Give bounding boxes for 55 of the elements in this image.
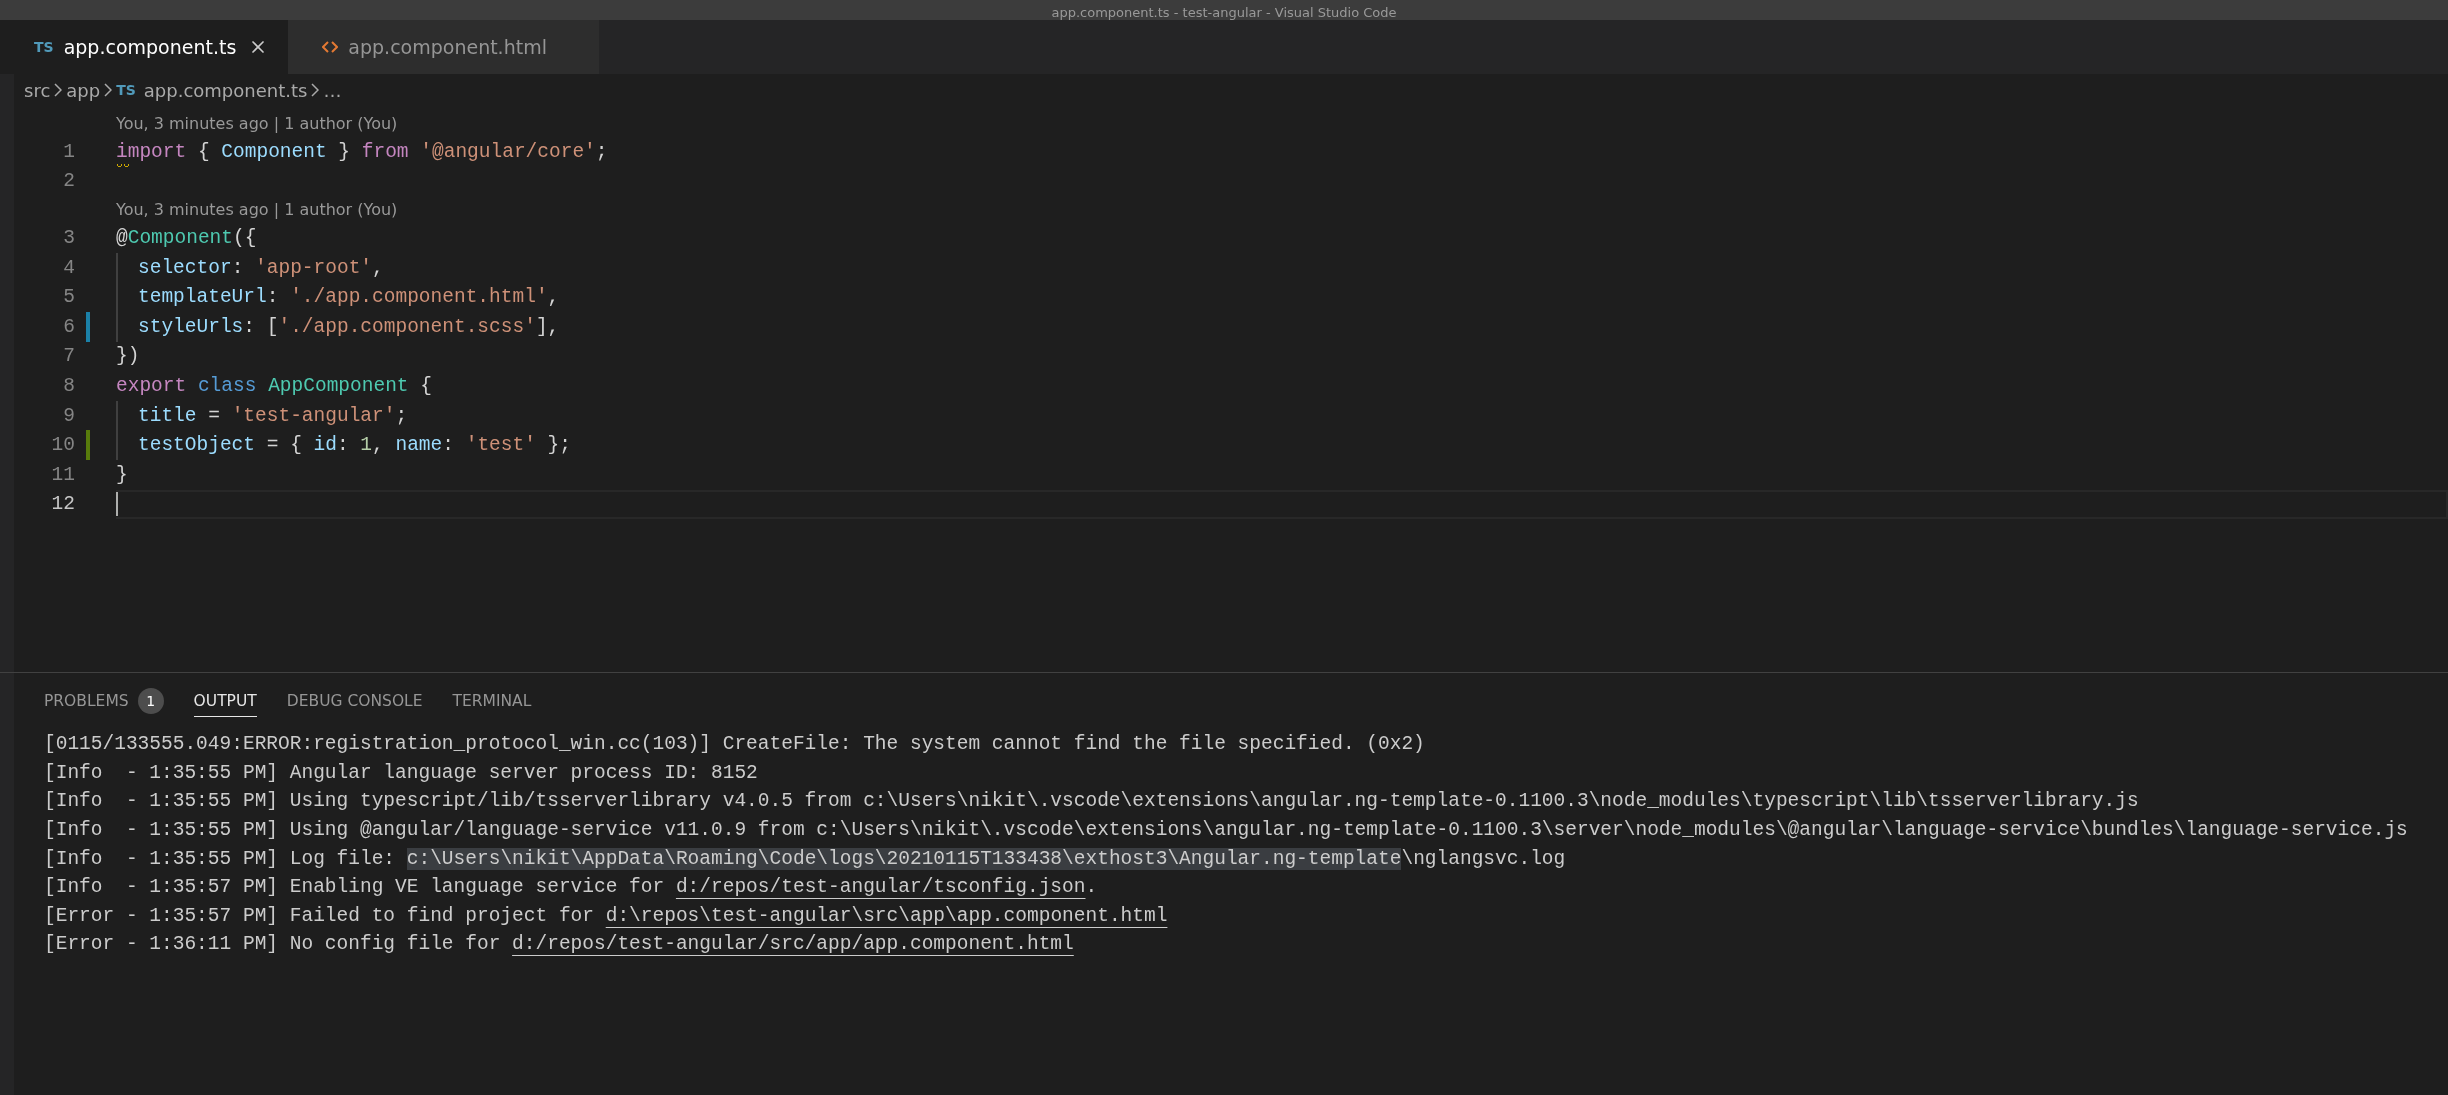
tab-label: app.component.html	[348, 36, 547, 58]
output-line: [Info - 1:35:55 PM] Using @angular/language-service v11.0.9 from c:\Users\nikit\.vscode\extensions\angular.ng-template-0.1100.3\server\node_modules\@angular\language-service\bundles\language-service.js	[44, 818, 2409, 844]
output-line: [Info - 1:35:57 PM] Enabling VE language service for d:/repos/test-angular/tsconfig.json.	[44, 875, 1099, 901]
text-cursor	[116, 492, 118, 517]
code-line: })	[116, 345, 140, 368]
line-number: 5	[62, 286, 75, 309]
file-link[interactable]: d:\repos\test-angular\src\app\app.component.html	[605, 904, 1168, 927]
line-number: 6	[62, 315, 75, 338]
panel-tab[interactable]: DEBUG CONSOLE	[286, 686, 423, 717]
output-line: [Info - 1:35:55 PM] Using typescript/lib/tsserverlibrary v4.0.5 from c:\Users\nikit\.vscode\extensions\angular.ng-template-0.1100.3\node_modules\typescript\lib\tsserverlibrary.js	[44, 789, 2140, 815]
output-line: [Info - 1:35:55 PM] Angular language server process ID: 8152	[44, 760, 759, 786]
count-badge: 1	[137, 688, 164, 714]
code-line: @Component({	[116, 227, 257, 249]
line-number: 9	[62, 404, 75, 427]
breadcrumb-item[interactable]: app	[66, 79, 101, 101]
code-line: testObject = { id: 1, name: 'test' };	[138, 434, 571, 457]
code-line: }	[116, 463, 128, 486]
code-line: selector: 'app-root',	[138, 256, 384, 279]
line-number: 10	[50, 434, 75, 457]
code-line: import { Component } from '@angular/core';	[116, 140, 608, 163]
chevron-icon	[104, 83, 113, 97]
line-number: 2	[62, 170, 75, 193]
code-line: title = 'test-angular';	[138, 404, 408, 427]
chevron-icon	[54, 83, 63, 97]
breadcrumb-item[interactable]: …	[323, 79, 342, 101]
tab-label: app.component.ts	[63, 36, 237, 58]
line-number: 7	[62, 345, 75, 368]
panel-tab[interactable]: PROBLEMS 1	[44, 686, 164, 717]
line-number: 8	[62, 374, 75, 397]
panel-tab[interactable]: OUTPUT	[193, 686, 257, 717]
breadcrumb-item[interactable]: src	[24, 79, 51, 101]
output-line: [Error - 1:36:11 PM] No config file for d:/repos/test-angular/src/app/app.component.html	[44, 932, 1075, 958]
code-brackets-icon	[322, 40, 339, 54]
code-line: styleUrls: ['./app.component.scss'],	[138, 315, 560, 338]
line-number: 12	[50, 493, 75, 516]
line-number: 4	[62, 256, 75, 279]
editor-tab[interactable]: TS app.component.ts	[0, 20, 289, 74]
codelens-text[interactable]: You, 3 minutes ago | 1 author (You)	[116, 114, 398, 133]
file-link[interactable]: d:/repos/test-angular/src/app/app.component.html	[512, 933, 1074, 956]
editor-tab[interactable]: app.component.html	[288, 20, 599, 74]
line-number: 1	[62, 140, 75, 163]
code-line: export class AppComponent {	[116, 374, 432, 397]
line-number: 3	[62, 227, 75, 249]
output-line: [0115/133555.049:ERROR:registration_protocol_win.cc(103)] CreateFile: The system cannot find the file specified. (0x2)	[44, 732, 1426, 758]
typescript-file-icon: TS	[34, 39, 54, 55]
window-title: app.component.ts - test-angular - Visual Studio Code	[1051, 6, 1397, 20]
panel-tab[interactable]: TERMINAL	[452, 686, 532, 717]
file-link[interactable]: d:/repos/test-angular/tsconfig.json	[675, 876, 1086, 899]
code-line: templateUrl: './app.component.html',	[138, 286, 560, 309]
output-line: [Error - 1:35:57 PM] Failed to find project for d:\repos\test-angular\src\app\app.component.html	[44, 903, 1169, 929]
chevron-icon	[311, 83, 320, 97]
typescript-file-icon: TS	[116, 82, 136, 98]
codelens-text[interactable]: You, 3 minutes ago | 1 author (You)	[116, 200, 398, 220]
line-number: 11	[50, 463, 75, 486]
breadcrumb-item[interactable]: app.component.ts	[143, 79, 308, 101]
